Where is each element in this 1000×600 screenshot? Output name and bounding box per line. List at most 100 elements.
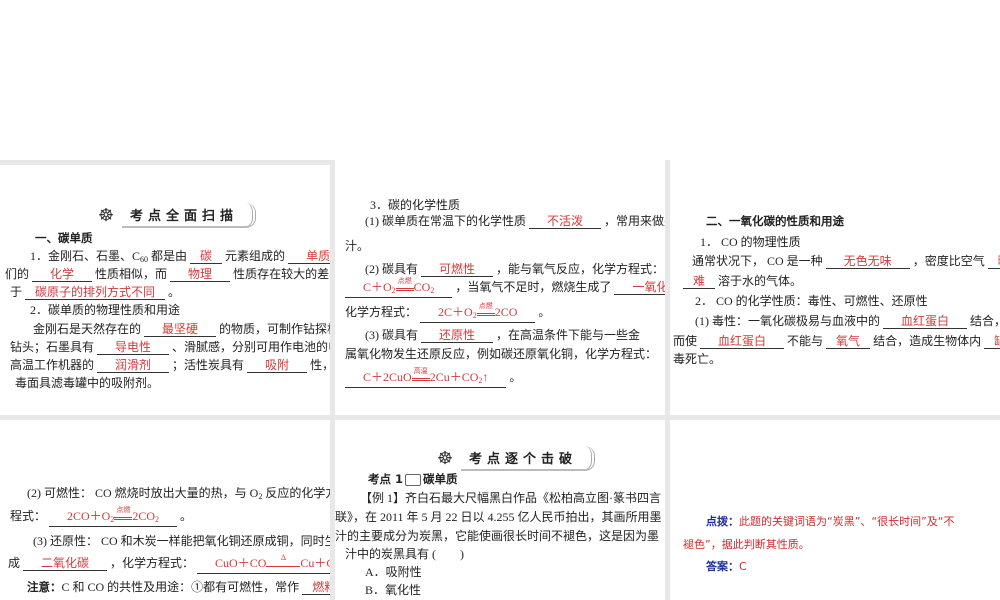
panel-co-properties: 二、一氧化碳的性质和用途 1． CO 的物理性质 通常状况下， CO 是一种 无色无… bbox=[670, 0, 1000, 415]
text-run: 3．碳的化学性质 bbox=[370, 198, 461, 212]
answer-blank: 氧气 bbox=[826, 335, 871, 349]
text-run: 而使 bbox=[673, 334, 701, 348]
text-run: 性质存在较大的差异，是由 bbox=[233, 267, 330, 281]
text-run: 们的 bbox=[5, 267, 33, 281]
text-run: 燃料 bbox=[312, 580, 330, 594]
text-run: 。 bbox=[535, 305, 551, 319]
text-run: ；活性炭具有 bbox=[169, 358, 248, 372]
equals-sign bbox=[476, 313, 495, 316]
arrow-line bbox=[266, 566, 301, 567]
text-run: 成 bbox=[8, 556, 24, 570]
reaction-arrow: Δ bbox=[266, 553, 301, 567]
text-run: 可燃性 bbox=[439, 262, 476, 276]
note-label: 注意： bbox=[27, 580, 62, 594]
text-run: 联》，在 2011 年 5 月 22 日以 4.255 亿人民币拍出，其画所用墨 bbox=[335, 510, 662, 524]
answer-blank: 血红蛋白 bbox=[883, 314, 968, 329]
text-run: 汁中的炭黑具有 ( ) bbox=[345, 547, 464, 561]
condition-label: 点燃 bbox=[116, 506, 131, 514]
answer-blank: 2CO＋O2 点燃 2CO2 bbox=[49, 506, 178, 527]
ship-wheel-icon: ☸ bbox=[97, 205, 115, 225]
text-run: 碳原子的排列方式不同 bbox=[35, 285, 156, 299]
text-line: 难 溶于水的气体。 bbox=[683, 273, 802, 289]
text-line: 毒死亡。 bbox=[673, 351, 721, 367]
text-run: (2) 可燃性： CO 燃烧时放出大量的热，与 O bbox=[27, 486, 259, 500]
text-run: 最坚硬 bbox=[162, 322, 199, 336]
text-run: 。 bbox=[177, 509, 193, 523]
text-run: 2CO＋O bbox=[67, 509, 111, 523]
section-heading: 二、一氧化碳的性质和用途 bbox=[706, 213, 844, 229]
text-line: (3) 还原性： CO 和木炭一样能把氧化铜还原成铜，同时生 bbox=[33, 533, 330, 549]
text-run: 毒死亡。 bbox=[673, 352, 722, 366]
text-run: 元素组成的 bbox=[222, 249, 289, 263]
text-run: 一、碳单质 bbox=[35, 231, 93, 245]
section-heading: 一、碳单质 bbox=[35, 230, 93, 246]
hint-text: 此题的关键词语为“炭黑”、“很长时间”及“不 bbox=[739, 515, 955, 528]
text-line: C＋O2点燃CO2 ，当氧气不足时，燃烧生成了 一氧化碳 ， bbox=[345, 277, 665, 298]
text-run: 单质 bbox=[306, 249, 330, 263]
text-run: 的物质，可制作钻探机的 bbox=[219, 322, 330, 336]
kaodian-icon bbox=[405, 473, 422, 486]
text-line: B．氧化性 bbox=[365, 582, 421, 598]
hint-label: 点拨： bbox=[706, 515, 739, 528]
answer-blank: 碳 bbox=[190, 250, 223, 264]
answer-blank: 碳原子的排列方式不同 bbox=[25, 285, 166, 300]
answer-blank: C＋O2 点燃 CO2 bbox=[345, 277, 453, 298]
subscript: 2 bbox=[430, 286, 435, 295]
answer-blank: 化学 bbox=[32, 268, 93, 282]
answer-blank: 最坚硬 bbox=[144, 322, 217, 337]
panel-answer: 点拨：此题的关键词语为“炭黑”、“很长时间”及“不 褪色”，据此判断其性质。 答案：… bbox=[670, 420, 1000, 600]
text-run: Cu＋CO bbox=[300, 556, 330, 570]
text-run: 1． CO 的物理性质 bbox=[700, 235, 801, 249]
answer-blank: 2C＋O2 点燃 2CO bbox=[420, 302, 536, 323]
text-run: (3) 碳具有 bbox=[365, 328, 421, 342]
text-run: 不能与 bbox=[784, 334, 827, 348]
ship-wheel-icon: ☸ bbox=[436, 448, 454, 468]
text-run: 性，可用作防 bbox=[310, 358, 330, 372]
text-run: 汁。 bbox=[345, 239, 370, 253]
text-run: ，当氧气不足时，燃烧生成了 bbox=[452, 280, 615, 294]
text-run: 还原性 bbox=[439, 328, 476, 342]
equals-sign bbox=[395, 288, 414, 291]
text-run: 吸附 bbox=[265, 358, 290, 372]
text-line: 于 碳原子的排列方式不同 。 bbox=[10, 284, 180, 300]
text-run: 2CO bbox=[494, 305, 518, 319]
text-run: A．吸附性 bbox=[365, 565, 422, 579]
text-run: 血红蛋白 bbox=[718, 334, 767, 348]
answer-blank: 略小 bbox=[987, 255, 1000, 269]
text-run: C＋O bbox=[363, 280, 392, 294]
panel-carbon-elements: ☸ 考点全面扫描 一、碳单质 1．金刚石、石墨、C60 都是由 碳 元素组成的 单… bbox=[0, 165, 330, 415]
answer-blank: 缺氧 bbox=[984, 335, 1000, 349]
answer-blank: 二氧化碳 bbox=[23, 556, 108, 571]
text-line: 汁。 bbox=[345, 238, 369, 254]
text-line: 1．金刚石、石墨、C60 都是由 碳 元素组成的 单质 ，它 bbox=[30, 248, 330, 268]
condition-label: 点燃 bbox=[478, 302, 493, 310]
text-run: 血红蛋白 bbox=[901, 314, 950, 328]
answer-blank: 导电性 bbox=[97, 341, 170, 355]
condition-label: 点燃 bbox=[397, 277, 412, 285]
text-line: 3．碳的化学性质 bbox=[370, 197, 460, 213]
answer-blank: 血红蛋白 bbox=[700, 334, 785, 349]
text-run: ，密度比空气 bbox=[909, 254, 988, 268]
text-run: 于 bbox=[10, 285, 26, 299]
section-banner-scan: ☸ 考点全面扫描 bbox=[96, 202, 257, 228]
text-line: 答案：C bbox=[706, 558, 747, 575]
text-run: 1．金刚石、石墨、C bbox=[30, 249, 141, 263]
banner-title: 考点全面扫描 bbox=[122, 202, 257, 228]
text-line: 【例 1】齐白石最大尺幅黑白作品《松柏高立图·篆书四言 bbox=[360, 490, 661, 506]
equals-sign bbox=[411, 378, 430, 381]
text-run: (1) 毒性：一氧化碳极易与血液中的 bbox=[695, 314, 883, 328]
text-line: 联》，在 2011 年 5 月 22 日以 4.255 亿人民币拍出，其画所用墨 bbox=[335, 509, 662, 525]
text-run: 考点 1 bbox=[368, 472, 404, 486]
text-line: 注意：C 和 CO 的共性及用途：①都有可燃性，常作 燃料 ； bbox=[27, 579, 330, 595]
text-run: C＋2CuO bbox=[363, 370, 412, 384]
condition-label: 高温 bbox=[413, 367, 428, 375]
text-run: 碳单质 bbox=[423, 472, 458, 486]
text-line: 化学方程式： 2C＋O2 点燃 2CO 。 bbox=[345, 302, 551, 323]
text-run: 二氧化碳 bbox=[41, 556, 90, 570]
subscript: 2 bbox=[155, 515, 160, 524]
text-run: 程式： bbox=[10, 509, 50, 523]
text-run: ，能与氧气反应，化学方程式： bbox=[493, 262, 665, 276]
answer-blank: 燃料 bbox=[302, 581, 330, 595]
text-line: 毒面具滤毒罐中的吸附剂。 bbox=[15, 375, 159, 391]
text-run: 性质相似，而 bbox=[92, 267, 171, 281]
